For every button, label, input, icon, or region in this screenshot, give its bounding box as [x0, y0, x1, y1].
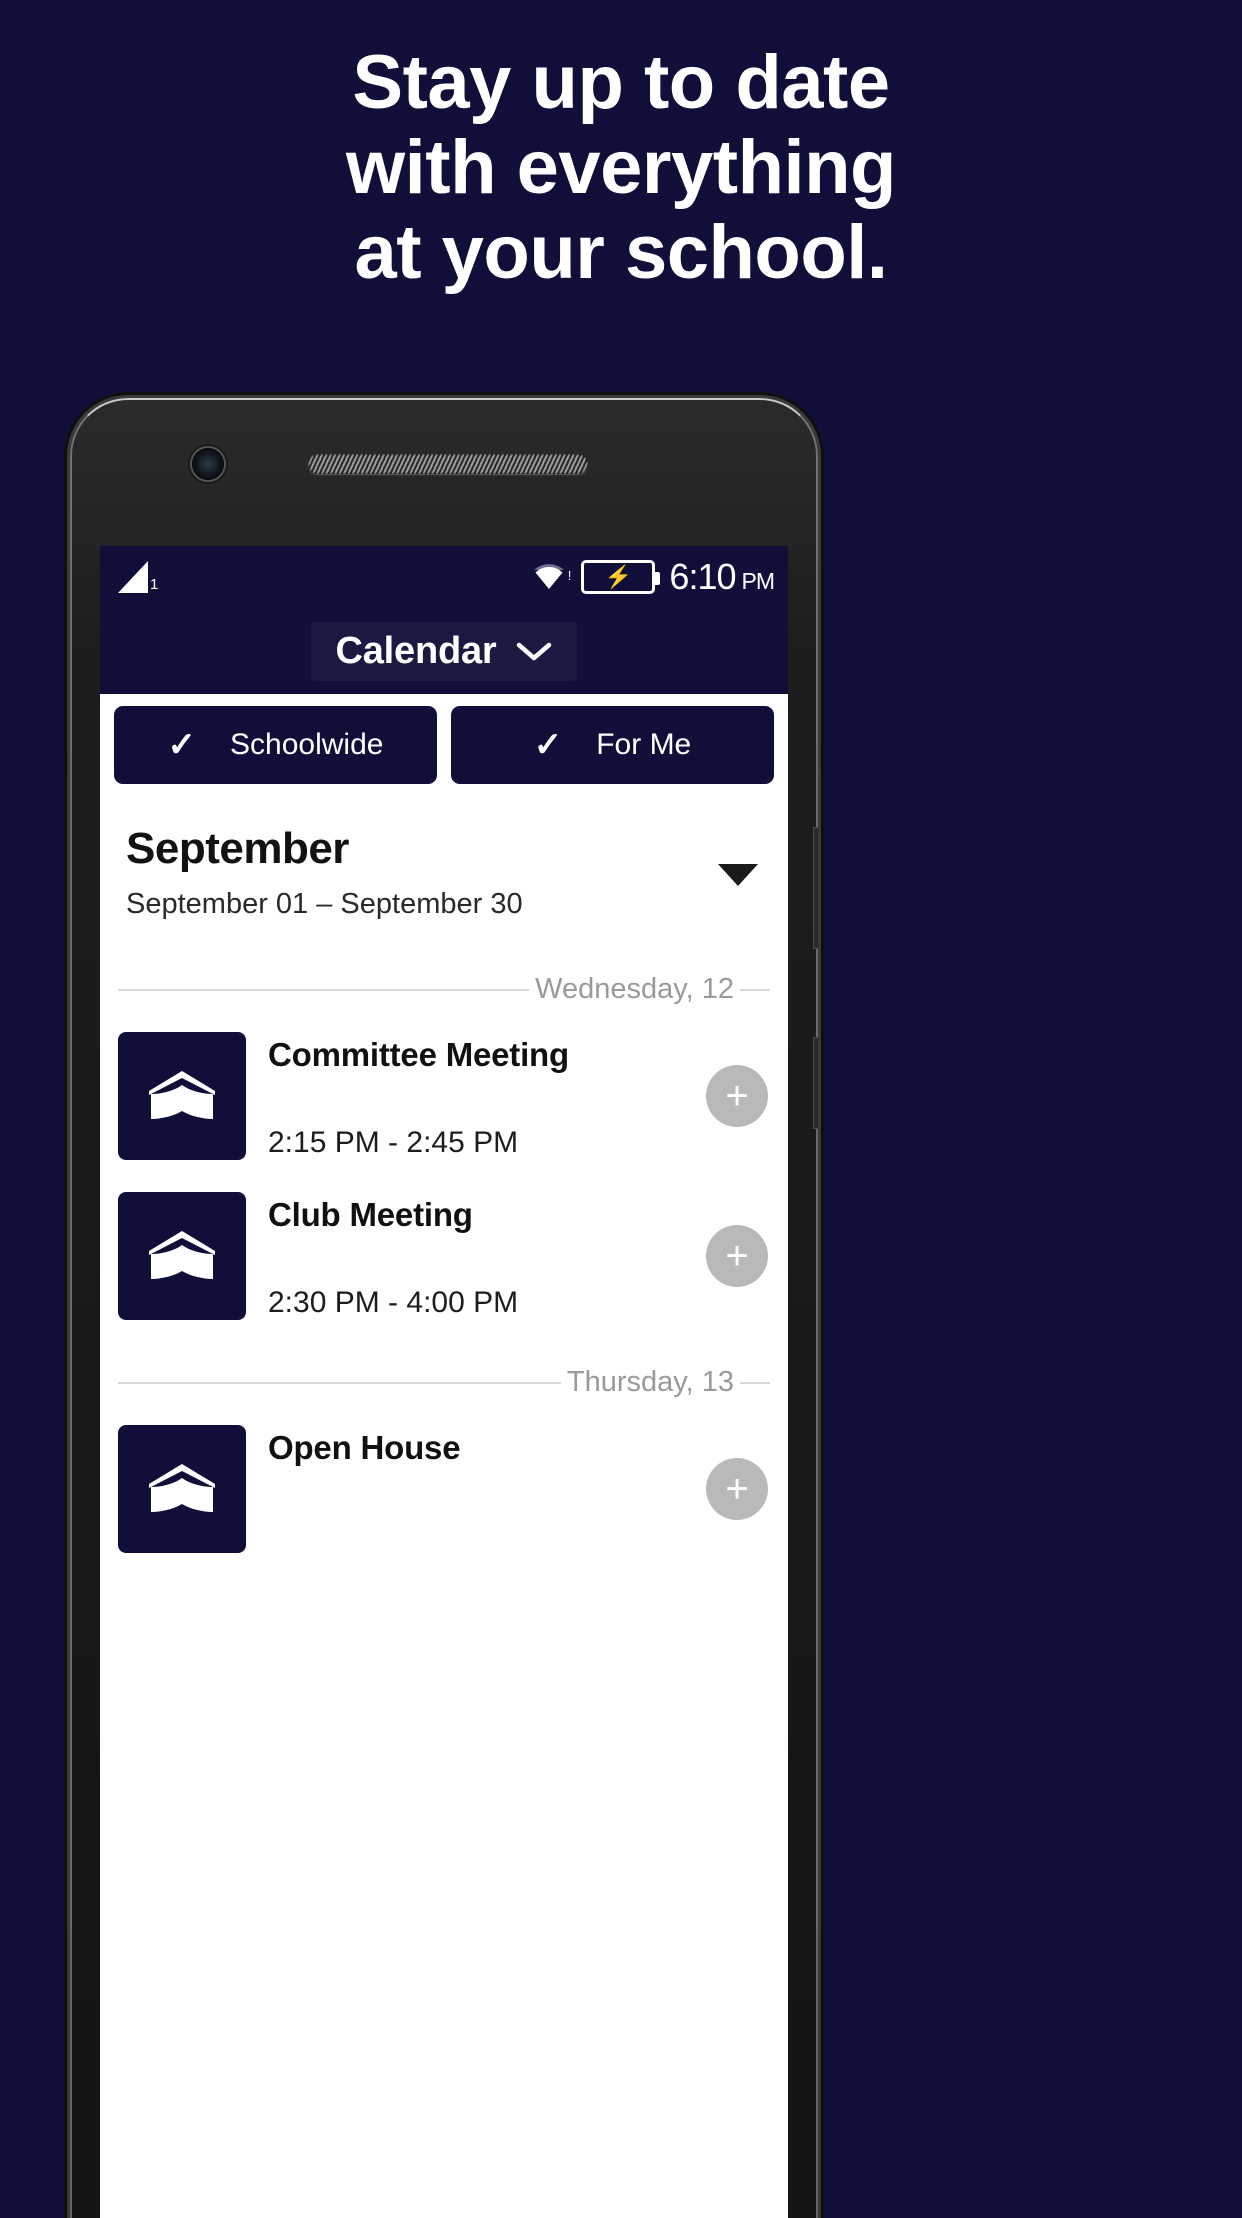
event-title: Open House [268, 1429, 461, 1466]
add-event-button[interactable]: + [706, 1065, 768, 1127]
volume-button[interactable] [814, 828, 818, 948]
wifi-alert-badge: ! [567, 568, 572, 583]
divider-rule-right [740, 1381, 770, 1384]
calendar-title-dropdown[interactable]: Calendar [311, 621, 577, 681]
list-item[interactable]: Committee Meeting 2:15 PM - 2:45 PM + [100, 1016, 788, 1176]
power-button[interactable] [814, 1038, 818, 1128]
filter-chip-row: ✓ Schoolwide ✓ For Me [100, 694, 788, 798]
month-title: September [126, 824, 349, 873]
list-item[interactable]: Open House + [100, 1409, 788, 1569]
cell-signal-icon [118, 561, 148, 593]
open-book-icon [118, 1192, 246, 1320]
event-body: Open House [246, 1425, 706, 1553]
divider-rule-left [118, 1381, 561, 1384]
battery-charging-icon: ⚡ [581, 560, 661, 594]
promo-line-3: at your school. [354, 210, 888, 296]
front-camera-icon [192, 448, 224, 480]
status-bar-left: 1 [118, 561, 158, 593]
day-divider: Thursday, 13 [118, 1366, 770, 1399]
promo-headline: Stay up to date with everything at your … [0, 40, 1242, 295]
divider-rule-right [740, 988, 770, 991]
list-item[interactable]: Club Meeting 2:30 PM - 4:00 PM + [100, 1176, 788, 1336]
event-title: Committee Meeting [268, 1036, 569, 1073]
day-divider: Wednesday, 12 [118, 973, 770, 1006]
month-header[interactable]: September September 01 – September 30 [100, 798, 788, 925]
day-label: Wednesday, 12 [535, 973, 734, 1005]
clock-time: 6:10 [669, 556, 736, 597]
caret-down-icon[interactable] [718, 864, 758, 886]
add-event-button[interactable]: + [706, 1458, 768, 1520]
promo-line-2: with everything [346, 125, 896, 211]
chevron-down-icon [515, 639, 553, 663]
add-event-button[interactable]: + [706, 1225, 768, 1287]
status-bar: 1 ! ⚡ 6:10 PM [100, 546, 788, 608]
open-book-icon [118, 1032, 246, 1160]
filter-chip-for-me[interactable]: ✓ For Me [451, 706, 774, 784]
event-body: Club Meeting 2:30 PM - 4:00 PM [246, 1192, 706, 1320]
phone-top-bezel [70, 398, 818, 546]
app-navbar: Calendar [100, 608, 788, 694]
status-bar-clock: 6:10 PM [669, 556, 775, 598]
day-label: Thursday, 13 [566, 1366, 734, 1398]
charging-bolt-icon: ⚡ [604, 564, 633, 589]
event-title: Club Meeting [268, 1196, 473, 1233]
filter-chip-schoolwide-label: Schoolwide [230, 728, 384, 761]
check-icon: ✓ [167, 726, 197, 764]
sim-badge: 1 [150, 576, 159, 593]
event-time: 2:30 PM - 4:00 PM [268, 1286, 519, 1319]
check-icon: ✓ [533, 726, 563, 764]
filter-chip-for-me-label: For Me [596, 728, 692, 761]
status-bar-right: ! ⚡ 6:10 PM [531, 556, 775, 598]
earpiece-speaker-icon [308, 454, 588, 474]
page-title: Calendar [335, 629, 497, 672]
month-date-range: September 01 – September 30 [126, 888, 523, 920]
event-body: Committee Meeting 2:15 PM - 2:45 PM [246, 1032, 706, 1160]
wifi-icon: ! [531, 563, 571, 591]
open-book-icon [118, 1425, 246, 1553]
divider-rule-left [118, 988, 530, 991]
app-screen: 1 ! ⚡ 6:10 PM Calendar ✓ Schoolwide ✓ Fo… [100, 546, 788, 2218]
event-time: 2:15 PM - 2:45 PM [268, 1126, 519, 1159]
promo-line-1: Stay up to date [352, 40, 890, 125]
phone-mockup: 1 ! ⚡ 6:10 PM Calendar ✓ Schoolwide ✓ Fo… [70, 398, 818, 2218]
filter-chip-schoolwide[interactable]: ✓ Schoolwide [114, 706, 437, 784]
clock-ampm: PM [741, 568, 775, 594]
